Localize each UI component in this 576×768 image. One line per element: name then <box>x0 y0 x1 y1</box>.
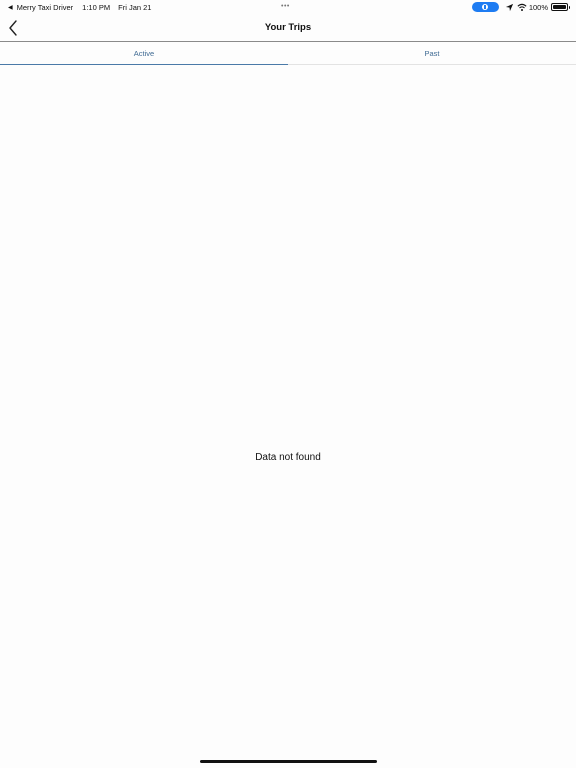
battery-icon <box>551 3 570 11</box>
page-title: Your Trips <box>264 22 312 33</box>
location-pill-icon <box>471 2 499 12</box>
wifi-icon <box>517 3 527 12</box>
trip-tabs: Active Past <box>0 43 576 65</box>
status-bar-left: ◀ Merry Taxi Driver 1:10 PM Fri Jan 21 <box>8 3 151 12</box>
status-bar: ◀ Merry Taxi Driver 1:10 PM Fri Jan 21 •… <box>0 0 576 14</box>
status-date: Fri Jan 21 <box>118 3 152 12</box>
navigation-bar: Your Trips <box>0 14 576 42</box>
multitask-dots[interactable]: ••• <box>281 3 290 11</box>
back-to-app-label[interactable]: Merry Taxi Driver <box>17 3 74 12</box>
empty-state-message: Data not found <box>255 452 321 463</box>
tab-active[interactable]: Active <box>0 43 288 65</box>
home-indicator[interactable] <box>200 760 377 763</box>
back-to-app-icon[interactable]: ◀ <box>8 4 13 12</box>
battery-percent: 100% <box>528 2 548 12</box>
tab-past[interactable]: Past <box>288 43 576 64</box>
location-arrow-icon <box>505 3 514 12</box>
status-bar-right: 100% <box>471 2 570 12</box>
status-time: 1:10 PM <box>82 3 111 12</box>
screen: ◀ Merry Taxi Driver 1:10 PM Fri Jan 21 •… <box>0 0 576 768</box>
